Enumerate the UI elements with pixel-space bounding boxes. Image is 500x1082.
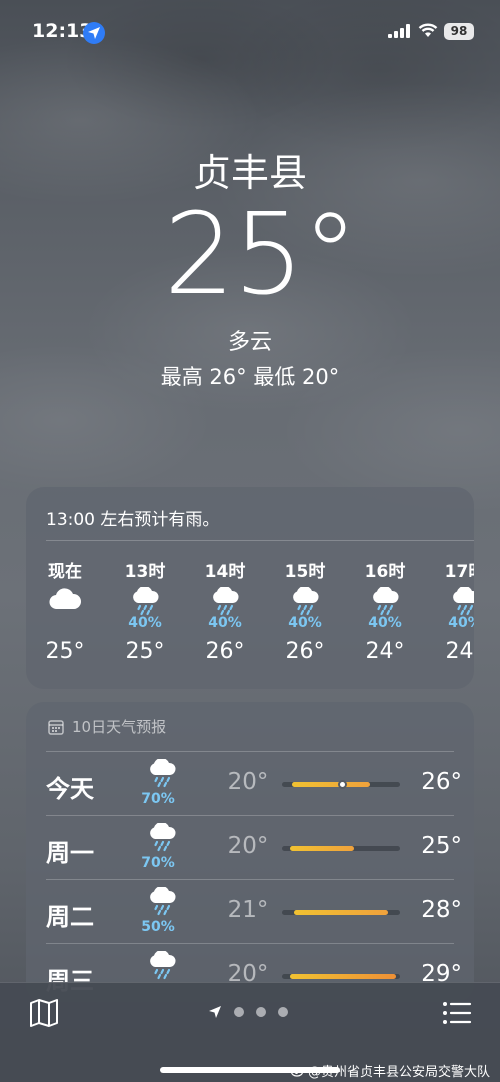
hourly-summary: 13:00 左右预计有雨。 bbox=[46, 510, 220, 530]
temperature-range-bar bbox=[282, 780, 400, 789]
status-bar: 12:13 98 bbox=[0, 0, 500, 62]
precip-chance: 50% bbox=[141, 919, 175, 935]
weather-condition: 多云 bbox=[227, 330, 272, 355]
divider bbox=[46, 540, 474, 541]
temperature-range-fill bbox=[294, 910, 388, 915]
hour-temperature: 26° bbox=[205, 639, 245, 664]
day-name: 周二 bbox=[46, 903, 94, 931]
hour-item: 现在 25° bbox=[30, 557, 100, 664]
watermark: @贵州省贞丰县公安局交警大队 bbox=[290, 1061, 490, 1080]
page-dot bbox=[234, 1007, 244, 1017]
list-icon[interactable] bbox=[442, 1000, 472, 1026]
hour-label: 13时 bbox=[124, 562, 166, 582]
cloud-rain-icon bbox=[150, 759, 176, 788]
watermark-text: @贵州省贞丰县公安局交警大队 bbox=[307, 1065, 490, 1080]
map-icon[interactable] bbox=[28, 998, 60, 1028]
precip-chance: 40% bbox=[448, 615, 474, 631]
high-temperature: 25° bbox=[421, 833, 462, 859]
temperature-range-bar bbox=[282, 910, 400, 915]
battery-level: 98 bbox=[444, 23, 474, 40]
hour-temperature: 26° bbox=[285, 639, 325, 664]
cloud-rain-icon: 40% bbox=[190, 583, 260, 631]
hour-item: 15时 40% 26° bbox=[270, 557, 340, 664]
ten-day-header: 10日天气预报 bbox=[48, 716, 166, 737]
day-row[interactable]: 周一 70% 20° 25° bbox=[46, 815, 462, 879]
divider bbox=[46, 943, 454, 944]
temperature-range-bar bbox=[282, 846, 400, 851]
cloud-rain-icon: 40% bbox=[110, 583, 180, 631]
precip-chance: 40% bbox=[368, 615, 402, 631]
hour-label: 17时 bbox=[444, 562, 474, 582]
hourly-forecast-card[interactable]: 13:00 左右预计有雨。 现在 25° 13时 40% 25° 14时 40%… bbox=[26, 487, 474, 689]
low-temperature: 20° bbox=[227, 769, 269, 795]
hour-item: 14时 40% 26° bbox=[190, 557, 260, 664]
hour-temperature: 24° bbox=[445, 639, 475, 664]
precip-chance: 70% bbox=[141, 791, 175, 807]
location-arrow-icon bbox=[83, 22, 105, 44]
hour-temperature: 25° bbox=[45, 639, 85, 664]
precip-chance: 40% bbox=[288, 615, 322, 631]
low-temperature: 20° bbox=[227, 833, 269, 859]
city-name: 贞丰县 bbox=[192, 151, 307, 195]
hour-label: 现在 bbox=[48, 562, 82, 582]
high-temperature: 28° bbox=[421, 897, 462, 923]
divider bbox=[46, 815, 454, 816]
page-dot bbox=[278, 1007, 288, 1017]
day-row[interactable]: 今天 70% 20° 26° bbox=[46, 751, 462, 815]
day-name: 周一 bbox=[46, 839, 94, 867]
location-page-icon bbox=[209, 1006, 221, 1018]
cloud-icon bbox=[30, 583, 100, 631]
cloud-rain-icon bbox=[150, 951, 176, 980]
ten-day-forecast-card[interactable]: 10日天气预报 今天 70% 20° 26° 周一 70% 20° 25° 周二… bbox=[26, 702, 474, 1002]
cloud-rain-icon bbox=[150, 823, 176, 852]
page-indicator[interactable] bbox=[208, 1005, 288, 1019]
current-temperature: 25° bbox=[163, 190, 359, 320]
high-low-temperature: 最高 26° 最低 20° bbox=[160, 365, 340, 389]
hour-label: 15时 bbox=[284, 562, 326, 582]
weibo-logo-icon bbox=[290, 1066, 304, 1077]
cloud-rain-icon bbox=[150, 887, 176, 916]
cloud-rain-icon: 40% bbox=[350, 583, 420, 631]
calendar-icon bbox=[48, 719, 64, 735]
ten-day-title: 10日天气预报 bbox=[72, 718, 167, 736]
temperature-range-fill bbox=[290, 846, 354, 851]
wifi-icon bbox=[418, 23, 438, 37]
precip-chance: 70% bbox=[141, 855, 175, 871]
page-dot bbox=[256, 1007, 266, 1017]
temperature-range-fill bbox=[292, 782, 370, 787]
hour-item: 13时 40% 25° bbox=[110, 557, 180, 664]
low-temperature: 21° bbox=[227, 897, 269, 923]
high-temperature: 26° bbox=[421, 769, 462, 795]
precip-chance: 40% bbox=[208, 615, 242, 631]
hour-item: 17时 40% 24° bbox=[430, 557, 474, 664]
precip-chance: 40% bbox=[128, 615, 162, 631]
day-name: 今天 bbox=[46, 775, 94, 803]
cloud-rain-icon: 40% bbox=[430, 583, 474, 631]
temperature-range-fill bbox=[290, 974, 396, 979]
hour-label: 16时 bbox=[364, 562, 406, 582]
hour-item: 16时 40% 24° bbox=[350, 557, 420, 664]
hour-temperature: 25° bbox=[125, 639, 165, 664]
day-row[interactable]: 周二 50% 21° 28° bbox=[46, 879, 462, 943]
divider bbox=[46, 751, 454, 752]
divider bbox=[46, 879, 454, 880]
cellular-signal-icon bbox=[388, 24, 410, 38]
hour-label: 14时 bbox=[204, 562, 246, 582]
current-temperature-dot bbox=[338, 780, 347, 789]
cloud-rain-icon: 40% bbox=[270, 583, 340, 631]
hour-temperature: 24° bbox=[365, 639, 405, 664]
temperature-range-bar bbox=[282, 974, 400, 979]
